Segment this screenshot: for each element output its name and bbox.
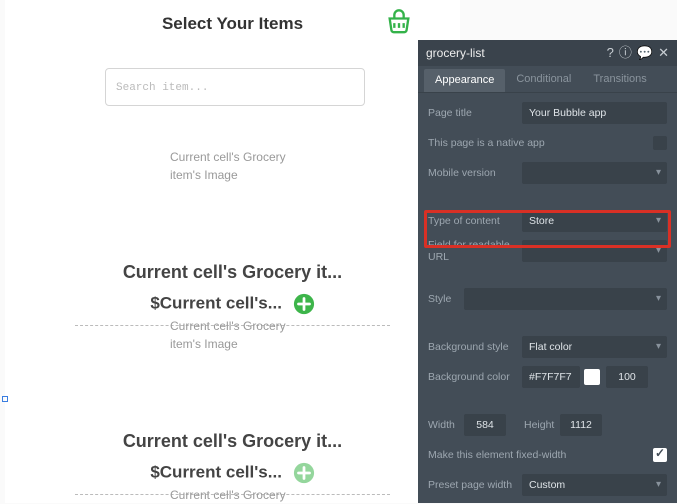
row-preset-width: Preset page width Custom — [428, 471, 667, 499]
page-title-input[interactable]: Your Bubble app — [522, 102, 667, 124]
row-bg-style: Background style Flat color — [428, 333, 667, 361]
cell-price-row: $Current cell's... — [75, 293, 390, 315]
bg-style-select[interactable]: Flat color — [522, 336, 667, 358]
editor-canvas: Select Your Items Current cell's Grocery… — [5, 0, 460, 503]
panel-title: grocery-list — [426, 40, 485, 66]
native-checkbox[interactable] — [653, 136, 667, 150]
bg-alpha-input[interactable]: 100 — [606, 366, 648, 388]
add-icon[interactable] — [293, 462, 315, 484]
cell-price-row: $Current cell's... — [75, 462, 390, 484]
width-input[interactable]: 584 — [464, 414, 506, 436]
label: Background color — [428, 371, 522, 383]
label: Width — [428, 419, 464, 431]
cell-image-placeholder: Current cell's Grocery item's Image — [170, 148, 310, 184]
label: This page is a native app — [428, 137, 653, 149]
comment-icon[interactable]: 💬 — [637, 40, 653, 66]
repeating-cell: Current cell's Grocery item's Image Curr… — [75, 317, 390, 495]
row-style: Style — [428, 285, 667, 313]
add-icon[interactable] — [293, 293, 315, 315]
cell-image-placeholder: Current cell's Grocery item's Image — [170, 317, 310, 353]
row-type-of-content: Type of content Store — [428, 207, 667, 235]
label: Page title — [428, 107, 522, 119]
cell-price: $Current cell's... — [150, 462, 282, 481]
selection-marker — [2, 396, 8, 402]
bg-color-input[interactable]: #F7F7F7 — [522, 366, 580, 388]
cell-title: Current cell's Grocery it... — [75, 431, 390, 452]
label: Mobile version — [428, 167, 522, 179]
panel-header-icons: ? ⓘ 💬 ✕ — [607, 40, 669, 66]
height-input[interactable]: 1112 — [560, 414, 602, 436]
label: Background style — [428, 341, 522, 353]
panel-body: Page title Your Bubble app This page is … — [418, 93, 677, 499]
label: Preset page width — [428, 479, 522, 491]
mobile-version-select[interactable] — [522, 162, 667, 184]
label: Height — [524, 419, 560, 431]
type-of-content-select[interactable]: Store — [522, 210, 667, 232]
label: Type of content — [428, 215, 522, 227]
help-icon[interactable]: ? — [607, 40, 614, 66]
info-icon[interactable]: ⓘ — [619, 40, 632, 66]
row-page-title: Page title Your Bubble app — [428, 99, 667, 127]
row-native-app: This page is a native app — [428, 129, 667, 157]
bg-color-swatch[interactable] — [584, 369, 600, 385]
panel-tabs: Appearance Conditional Transitions — [418, 66, 677, 93]
repeating-cell: Current cell's Grocery item's Image Curr… — [75, 148, 390, 326]
search-input[interactable] — [105, 68, 365, 106]
row-fixed-width: Make this element fixed-width — [428, 441, 667, 469]
fixed-width-checkbox[interactable] — [653, 448, 667, 462]
tab-appearance[interactable]: Appearance — [424, 69, 505, 92]
label: Field for readable URL — [428, 239, 522, 263]
preset-width-select[interactable]: Custom — [522, 474, 667, 496]
row-dimensions: Width 584 Height 1112 — [428, 411, 667, 439]
panel-header: grocery-list ? ⓘ 💬 ✕ — [418, 40, 677, 66]
tab-transitions[interactable]: Transitions — [582, 66, 657, 92]
property-panel: grocery-list ? ⓘ 💬 ✕ Appearance Conditio… — [418, 40, 677, 503]
repeating-cell: Current cell's Grocery — [75, 486, 390, 504]
style-select[interactable] — [464, 288, 667, 310]
close-icon[interactable]: ✕ — [658, 40, 669, 66]
cell-title: Current cell's Grocery it... — [75, 262, 390, 283]
cell-image-placeholder: Current cell's Grocery — [170, 486, 310, 504]
label: Make this element fixed-width — [428, 449, 653, 461]
row-readable-url: Field for readable URL — [428, 237, 667, 265]
basket-icon[interactable] — [385, 8, 413, 36]
row-mobile-version: Mobile version — [428, 159, 667, 187]
label: Style — [428, 293, 464, 305]
cell-price: $Current cell's... — [150, 293, 282, 312]
tab-conditional[interactable]: Conditional — [505, 66, 582, 92]
readable-url-select[interactable] — [522, 240, 667, 262]
row-bg-color: Background color #F7F7F7 100 — [428, 363, 667, 391]
